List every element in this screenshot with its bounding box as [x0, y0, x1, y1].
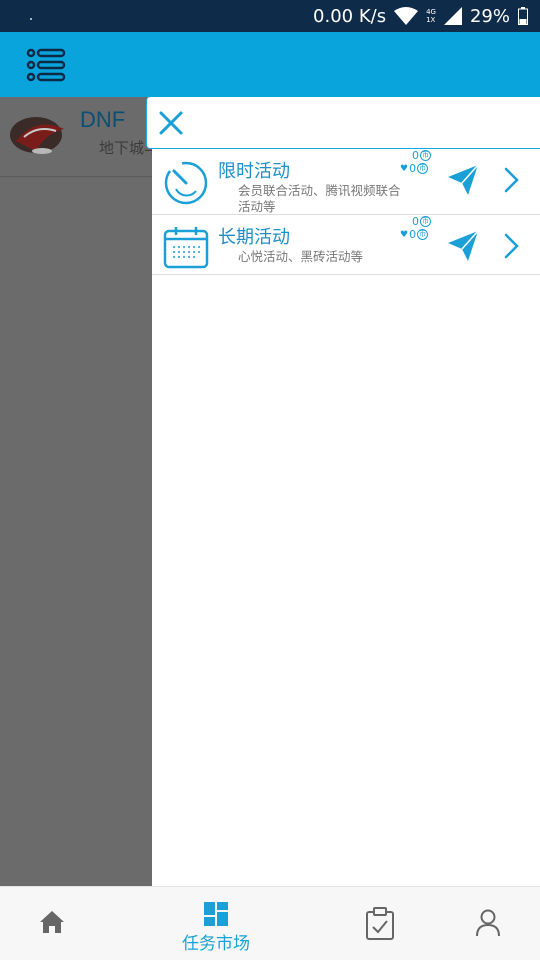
- clipboard-check-icon: [366, 907, 394, 940]
- grid-icon: [204, 902, 228, 926]
- battery-percent: 29%: [469, 5, 510, 27]
- network-badge: 4G 1X: [426, 8, 436, 24]
- net-speed: 0.00 K/s: [313, 5, 387, 27]
- chevron-right-icon[interactable]: [502, 231, 522, 261]
- task-description: 心悦活动、黑砖活动等: [238, 249, 364, 264]
- game-title: DNF: [80, 107, 126, 132]
- heart-reward: ♥ 0 币: [400, 228, 429, 241]
- send-icon[interactable]: [446, 229, 480, 263]
- coin-count: 0: [412, 215, 419, 228]
- notification-dot: [30, 18, 32, 20]
- heart-count: 0: [409, 162, 417, 175]
- task-title: 长期活动: [218, 227, 290, 248]
- nav-market-label: 任务市场: [182, 934, 250, 954]
- send-icon[interactable]: [446, 163, 480, 197]
- wifi-icon: [394, 7, 419, 25]
- user-icon: [476, 909, 500, 937]
- task-drawer: 限时活动 会员联合活动、腾讯视频联合活动等 0 币 ♥ 0 币 长期活动 心悦活…: [146, 97, 540, 886]
- heart-icon: ♥: [400, 163, 409, 174]
- nav-tasks[interactable]: [350, 887, 410, 960]
- task-description: 会员联合活动、腾讯视频联合活动等: [238, 183, 401, 214]
- coin-reward: 0 币: [412, 215, 431, 228]
- signal-icon: [443, 7, 462, 25]
- battery-icon: [518, 7, 528, 25]
- nav-profile[interactable]: [458, 887, 518, 960]
- chevron-right-icon[interactable]: [502, 165, 522, 195]
- dnf-logo: [10, 117, 64, 154]
- close-icon[interactable]: [157, 109, 185, 137]
- coin-icon: 币: [417, 163, 429, 174]
- task-title: 限时活动: [218, 161, 290, 182]
- heart-icon: ♥: [400, 229, 409, 240]
- heart-reward: ♥ 0 币: [400, 162, 429, 175]
- menu-list-icon[interactable]: [26, 48, 66, 82]
- status-bar: 0.00 K/s 4G 1X 29%: [0, 0, 540, 32]
- home-icon: [40, 911, 64, 933]
- coin-icon: 币: [420, 216, 431, 227]
- heart-count: 0: [409, 228, 417, 241]
- task-row-longterm[interactable]: 长期活动 心悦活动、黑砖活动等 0 币 ♥ 0 币: [152, 215, 540, 275]
- network-badge-top: 4G: [426, 8, 436, 16]
- nav-market[interactable]: 任务市场: [168, 887, 264, 960]
- stopwatch-icon: [164, 160, 208, 205]
- app-header: [0, 32, 540, 97]
- coin-count: 0: [412, 149, 419, 162]
- drawer-header: [146, 97, 540, 149]
- status-bar-right: 0.00 K/s 4G 1X 29%: [313, 5, 528, 27]
- coin-reward: 0 币: [412, 149, 431, 162]
- calendar-icon: [163, 227, 209, 269]
- task-row-limited[interactable]: 限时活动 会员联合活动、腾讯视频联合活动等 0 币 ♥ 0 币: [152, 149, 540, 215]
- network-badge-bottom: 1X: [426, 16, 436, 24]
- nav-home[interactable]: [22, 887, 82, 960]
- game-item-dnf[interactable]: DNF 地下城与勇士: [0, 97, 189, 177]
- coin-icon: 币: [420, 150, 431, 161]
- bottom-nav: 任务市场: [0, 886, 540, 960]
- coin-icon: 币: [417, 229, 429, 240]
